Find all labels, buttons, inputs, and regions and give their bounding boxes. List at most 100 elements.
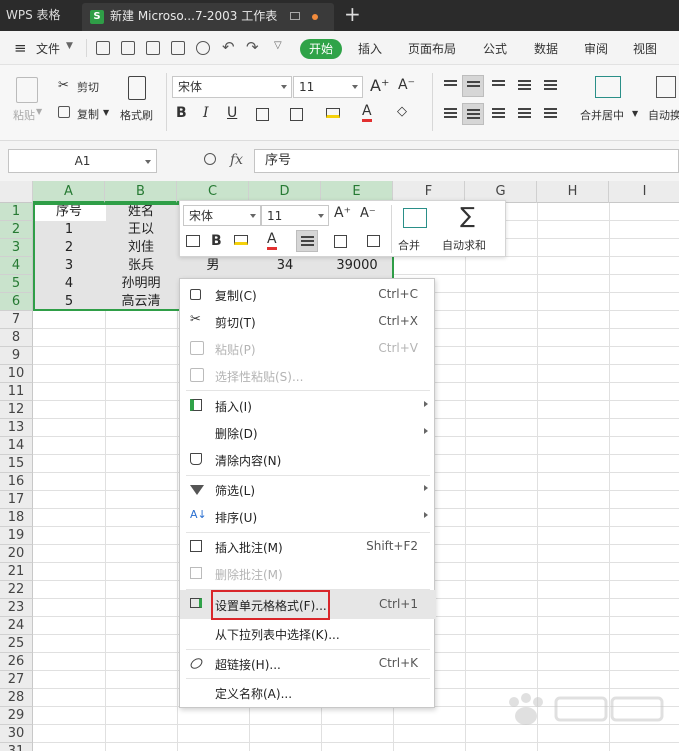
name-box[interactable]: A1 <box>8 149 157 173</box>
sum-icon[interactable]: ∑ <box>460 204 475 229</box>
menu-item-insert[interactable]: 插入(I) <box>180 392 436 419</box>
increase-font-icon[interactable]: A⁺ <box>370 76 389 95</box>
zoom-icon[interactable] <box>204 153 216 165</box>
underline-icon[interactable]: U <box>227 105 237 121</box>
mini-align-center-button[interactable] <box>296 230 318 252</box>
bold-icon[interactable]: B <box>176 105 187 121</box>
font-size-combo[interactable]: 11 <box>293 76 363 98</box>
menu-item-paste[interactable]: 粘贴(P) Ctrl+V <box>180 335 436 362</box>
menu-tab-formula[interactable]: 公式 <box>483 40 507 57</box>
menu-item-delete[interactable]: 删除(D) <box>180 419 436 446</box>
customize-chevron-icon[interactable]: ▽ <box>274 40 282 51</box>
chevron-down-icon[interactable]: ▼ <box>66 41 73 51</box>
row-header-10[interactable]: 10 <box>0 365 33 383</box>
row-header-25[interactable]: 25 <box>0 635 33 653</box>
mini-increase-font-icon[interactable]: A⁺ <box>334 205 351 221</box>
mini-bold-icon[interactable]: B <box>211 233 222 249</box>
menu-item-paste-special[interactable]: 选择性粘贴(S)... <box>180 362 436 389</box>
hamburger-icon[interactable]: ≡ <box>14 39 27 57</box>
row-header-21[interactable]: 21 <box>0 563 33 581</box>
cell-fill-pattern-icon[interactable] <box>290 108 303 121</box>
save-icon[interactable] <box>121 41 135 55</box>
menu-item-delete-comment[interactable]: 删除批注(M) <box>180 560 436 587</box>
mini-wrap-icon[interactable] <box>186 235 200 247</box>
menu-item-insert-comment[interactable]: 插入批注(M) Shift+F2 <box>180 533 436 560</box>
indent-increase-button[interactable] <box>540 75 562 97</box>
row-header-18[interactable]: 18 <box>0 509 33 527</box>
row-header-4[interactable]: 4 <box>0 257 33 275</box>
row-header-29[interactable]: 29 <box>0 707 33 725</box>
menu-item-define-name[interactable]: 定义名称(A)... <box>180 679 436 706</box>
row-header-8[interactable]: 8 <box>0 329 33 347</box>
indent-decrease-button[interactable] <box>514 75 536 97</box>
align-left-button[interactable] <box>440 103 462 125</box>
undo-icon[interactable]: ↶ <box>222 38 235 56</box>
row-header-22[interactable]: 22 <box>0 581 33 599</box>
paste-button-label[interactable]: 粘贴 <box>13 107 35 123</box>
align-right-button[interactable] <box>488 103 510 125</box>
menu-item-copy[interactable]: 复制(C) Ctrl+C <box>180 281 436 308</box>
merge-center-button[interactable]: 合并居中 <box>580 107 624 123</box>
italic-icon[interactable]: I <box>203 105 209 121</box>
row-header-13[interactable]: 13 <box>0 419 33 437</box>
format-painter-label[interactable]: 格式刷 <box>120 107 153 123</box>
row-header-7[interactable]: 7 <box>0 311 33 329</box>
menu-tab-insert[interactable]: 插入 <box>358 40 382 57</box>
column-header-h[interactable]: H <box>537 181 609 203</box>
row-header-27[interactable]: 27 <box>0 671 33 689</box>
row-header-2[interactable]: 2 <box>0 221 33 239</box>
column-header-a[interactable]: A <box>33 181 105 203</box>
distributed-button[interactable] <box>540 103 562 125</box>
export-pdf-icon[interactable] <box>146 41 160 55</box>
row-header-5[interactable]: 5 <box>0 275 33 293</box>
mini-clear-icon[interactable] <box>367 235 380 247</box>
mini-font-name-combo[interactable]: 宋体 <box>183 205 261 226</box>
row-header-3[interactable]: 3 <box>0 239 33 257</box>
row-header-24[interactable]: 24 <box>0 617 33 635</box>
redo-icon[interactable]: ↷ <box>246 38 259 56</box>
mini-borders-icon[interactable] <box>334 235 347 248</box>
menu-tab-review[interactable]: 审阅 <box>584 40 608 57</box>
menu-file[interactable]: 文件 <box>36 40 60 57</box>
formula-input[interactable]: 序号 <box>254 149 679 173</box>
menu-tab-data[interactable]: 数据 <box>534 40 558 57</box>
mini-font-color-icon[interactable]: A <box>267 231 277 250</box>
merge-center-icon[interactable] <box>595 76 621 98</box>
menu-tab-view[interactable]: 视图 <box>633 40 657 57</box>
align-center-button[interactable] <box>462 103 484 125</box>
document-tab[interactable]: S 新建 Microso...7-2003 工作表 <box>82 3 334 31</box>
align-top-button[interactable] <box>440 75 462 97</box>
row-header-20[interactable]: 20 <box>0 545 33 563</box>
paste-icon[interactable] <box>16 77 38 103</box>
copy-chevron-icon[interactable]: ▼ <box>103 108 109 117</box>
row-header-9[interactable]: 9 <box>0 347 33 365</box>
app-menu-button[interactable]: WPS 表格 <box>0 0 80 31</box>
row-header-31[interactable]: 31 <box>0 743 33 751</box>
row-header-14[interactable]: 14 <box>0 437 33 455</box>
row-header-30[interactable]: 30 <box>0 725 33 743</box>
format-painter-icon[interactable] <box>128 76 146 100</box>
row-header-11[interactable]: 11 <box>0 383 33 401</box>
menu-tab-page-layout[interactable]: 页面布局 <box>408 40 456 57</box>
open-folder-icon[interactable] <box>96 41 110 55</box>
menu-item-clear-contents[interactable]: 清除内容(N) <box>180 446 436 473</box>
select-all-corner[interactable] <box>0 181 33 203</box>
menu-item-cut[interactable]: ✂ 剪切(T) Ctrl+X <box>180 308 436 335</box>
mini-fill-color-icon[interactable] <box>234 235 248 245</box>
mini-font-size-combo[interactable]: 11 <box>261 205 329 226</box>
decrease-font-icon[interactable]: A⁻ <box>398 77 415 93</box>
print-preview-icon[interactable] <box>196 41 210 55</box>
paste-chevron-icon[interactable]: ▼ <box>36 107 42 116</box>
row-header-19[interactable]: 19 <box>0 527 33 545</box>
row-header-6[interactable]: 6 <box>0 293 33 311</box>
row-header-17[interactable]: 17 <box>0 491 33 509</box>
menu-item-hyperlink[interactable]: 超链接(H)... Ctrl+K <box>180 650 436 677</box>
row-header-1[interactable]: 1 <box>0 203 33 221</box>
menu-tab-start[interactable]: 开始 <box>300 39 342 59</box>
row-header-28[interactable]: 28 <box>0 689 33 707</box>
borders-icon[interactable] <box>256 108 269 121</box>
cut-button[interactable]: 剪切 <box>77 79 99 95</box>
mini-merge-button[interactable]: 合并 <box>398 237 420 253</box>
column-header-b[interactable]: B <box>105 181 177 203</box>
mini-merge-icon[interactable] <box>403 208 427 228</box>
